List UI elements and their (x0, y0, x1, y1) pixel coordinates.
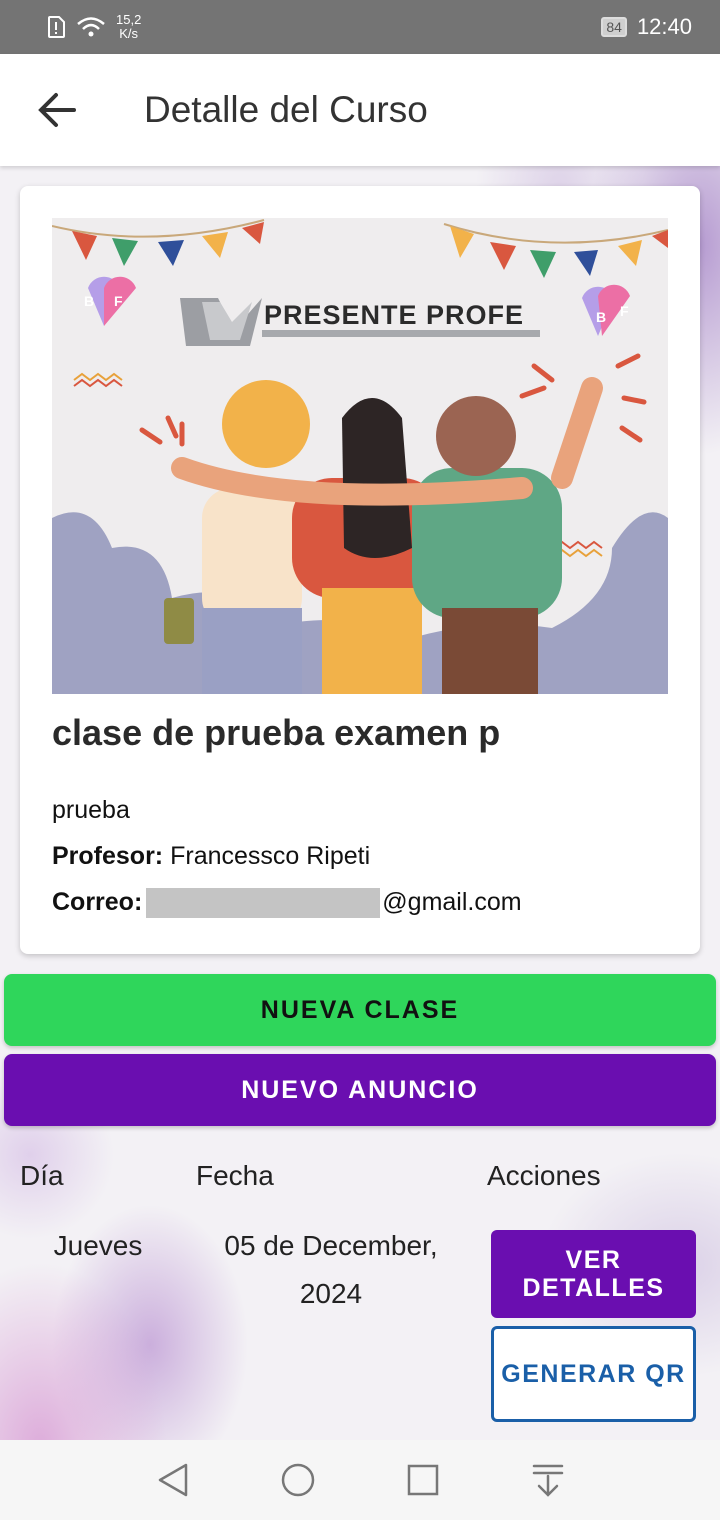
clock: 12:40 (636, 14, 692, 39)
svg-text:F: F (620, 303, 629, 319)
svg-text:F: F (114, 293, 123, 309)
svg-text:B: B (596, 309, 606, 325)
app-bar: Detalle del Curso (0, 54, 720, 166)
nav-home-button[interactable] (273, 1455, 323, 1505)
system-nav-bar (0, 1440, 720, 1520)
column-header-actions: Acciones (487, 1160, 601, 1191)
view-details-button[interactable]: VER DETALLES (491, 1230, 696, 1318)
course-card: B F B F PRESENTE PROFE clase de prueba e… (20, 186, 700, 954)
email-redacted (146, 888, 381, 919)
battery-indicator: 84 (601, 17, 627, 37)
generate-qr-button[interactable]: GENERAR QR (491, 1326, 696, 1422)
new-class-button[interactable]: NUEVA CLASE (4, 974, 716, 1046)
circle-home-icon (281, 1463, 314, 1497)
row-date: 05 de December, 2024 (224, 1230, 438, 1309)
status-bar: 15,2 K/s 84 12:40 (0, 0, 720, 54)
course-title: clase de prueba examen p (52, 712, 501, 753)
nav-back-button[interactable] (148, 1455, 198, 1505)
course-banner-image: B F B F PRESENTE PROFE (52, 218, 668, 694)
sim-alert-icon (48, 16, 65, 38)
email-label: Correo: (52, 888, 143, 916)
back-button[interactable] (26, 80, 86, 140)
page-title: Detalle del Curso (144, 89, 428, 130)
square-recents-icon (407, 1464, 438, 1496)
bf-heart-left: B F (84, 276, 136, 326)
professor-name: Francessco Ripeti (170, 842, 371, 870)
pull-down-icon (532, 1464, 563, 1497)
svg-text:PRESENTE PROFE: PRESENTE PROFE (264, 300, 524, 330)
nav-recents-button[interactable] (398, 1455, 448, 1505)
svg-text:B: B (84, 293, 94, 309)
wifi-icon (77, 17, 105, 37)
professor-label: Profesor: (52, 842, 164, 870)
bf-heart-right: B F (582, 284, 630, 336)
presente-profe-logo: PRESENTE PROFE (180, 298, 540, 346)
nav-notification-button[interactable] (523, 1455, 573, 1505)
arrow-left-icon (38, 93, 76, 127)
course-description: prueba (52, 796, 130, 824)
email-domain: @gmail.com (382, 888, 522, 916)
course-illustration: B F B F PRESENTE PROFE (52, 219, 668, 694)
new-announcement-button[interactable]: NUEVO ANUNCIO (4, 1054, 716, 1126)
column-header-day: Día (20, 1160, 64, 1191)
professor-line: Profesor: Francessco Ripeti (52, 842, 370, 871)
network-speed: 15,2 K/s (116, 12, 142, 41)
email-line: Correo: @gmail.com (52, 888, 522, 919)
row-day: Jueves (53, 1230, 143, 1261)
triangle-back-icon (158, 1463, 187, 1497)
column-header-date: Fecha (196, 1160, 274, 1191)
